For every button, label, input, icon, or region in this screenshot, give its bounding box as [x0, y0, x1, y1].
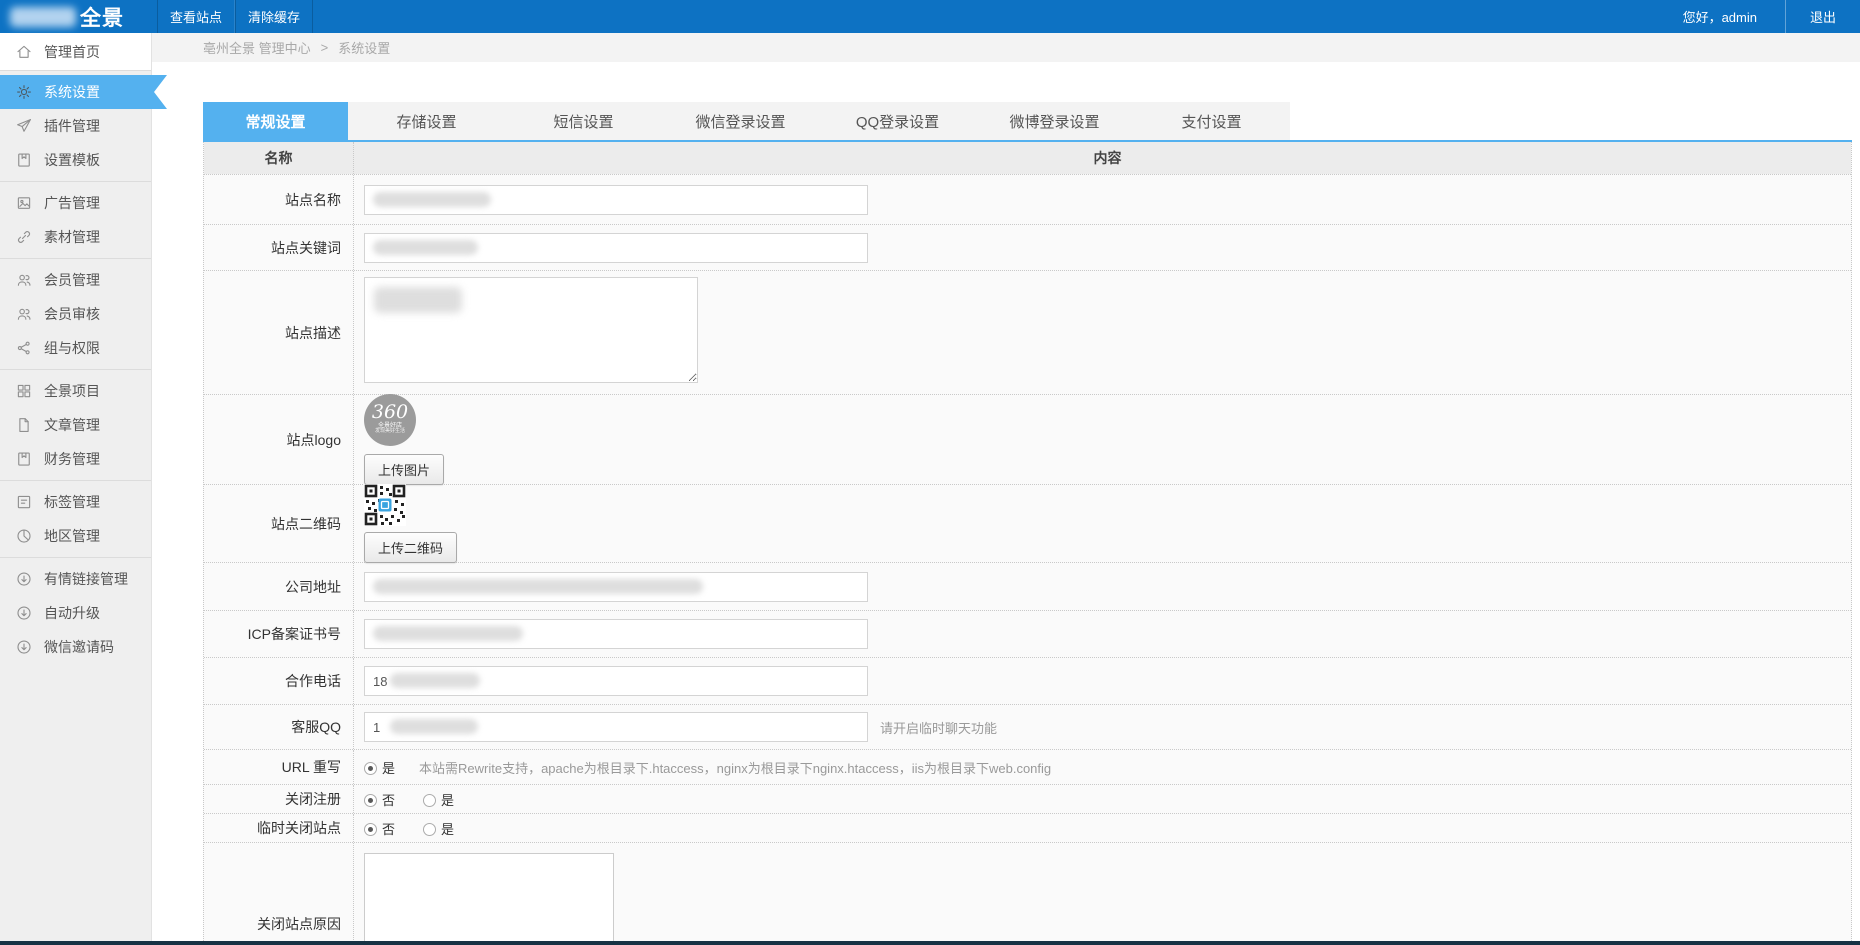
sidebar-item-materials[interactable]: 素材管理 — [0, 220, 151, 254]
app-logo: 全景 — [0, 0, 152, 33]
sidebar-item-wechat-invite[interactable]: 微信邀请码 — [0, 630, 151, 664]
logo-text: 全景 — [80, 6, 124, 30]
clear-cache-button[interactable]: 清除缓存 — [235, 0, 313, 33]
upload-qrcode-button[interactable]: 上传二维码 — [364, 532, 458, 563]
table-row-icp-number: ICP备案证书号 — [204, 610, 1851, 657]
sidebar-item-groups-permissions[interactable]: 组与权限 — [0, 331, 151, 365]
picture-icon — [15, 194, 33, 212]
table-row-service-qq: 客服QQ 请开启临时聊天功能 — [204, 704, 1851, 749]
sidebar-item-finance[interactable]: 财务管理 — [0, 442, 151, 476]
close-registration-yes-radio[interactable] — [423, 793, 437, 807]
sidebar-item-members[interactable]: 会员管理 — [0, 263, 151, 297]
site-keywords-input[interactable] — [364, 232, 868, 263]
circle-down-icon — [15, 604, 33, 622]
table-row-site-description: 站点描述 — [204, 270, 1851, 394]
tab-sms-settings[interactable]: 短信设置 — [505, 102, 662, 140]
table-row-close-registration: 关闭注册 否 是 — [204, 784, 1851, 813]
table-row-site-logo: 站点logo 360 全景好店 发现美好生活 上传图片 — [204, 394, 1851, 485]
site-description-textarea[interactable] — [364, 277, 698, 383]
file-icon — [15, 416, 33, 434]
paper-plane-icon — [15, 117, 33, 135]
service-qq-input[interactable] — [364, 712, 868, 742]
table-row-temp-close-site: 临时关闭站点 否 是 — [204, 813, 1851, 842]
sidebar-item-admin-home[interactable]: 管理首页 — [0, 33, 151, 70]
breadcrumb-current: 系统设置 — [338, 41, 391, 56]
sidebar-item-member-review[interactable]: 会员审核 — [0, 297, 151, 331]
table-row-site-keywords: 站点关键词 — [204, 224, 1851, 270]
view-site-button[interactable]: 查看站点 — [157, 0, 235, 33]
header-content: 内容 — [1093, 150, 1122, 166]
main-content: 亳州全景 管理中心 > 系统设置 常规设置 存储设置 短信设置 微信登录设置 Q… — [152, 33, 1860, 945]
breadcrumb: 亳州全景 管理中心 > 系统设置 — [152, 33, 1860, 62]
temp-close-no-radio[interactable] — [364, 822, 377, 836]
logout-button[interactable]: 退出 — [1784, 0, 1860, 33]
share-icon — [15, 339, 33, 357]
sidebar-item-articles[interactable]: 文章管理 — [0, 408, 151, 442]
tab-weibo-login-settings[interactable]: 微博登录设置 — [976, 102, 1133, 140]
sidebar-item-system-settings[interactable]: 系统设置 — [0, 75, 167, 109]
sidebar: 管理首页 系统设置 插件管理 设置模板 广告管理 素材管理 会员管理 会员审核 … — [0, 33, 152, 945]
sidebar-item-panorama-projects[interactable]: 全景项目 — [0, 374, 151, 408]
sidebar-item-plugins[interactable]: 插件管理 — [0, 109, 151, 143]
gear-icon — [15, 83, 33, 101]
temp-close-yes-radio[interactable] — [423, 822, 437, 836]
user-greeting: 您好，admin — [1682, 10, 1757, 25]
link-icon — [15, 228, 33, 246]
users-icon — [15, 305, 33, 323]
sidebar-item-auto-upgrade[interactable]: 自动升级 — [0, 596, 151, 630]
table-row-site-name: 站点名称 — [204, 174, 1851, 224]
users-icon — [15, 271, 33, 289]
icp-number-input[interactable] — [364, 619, 868, 649]
company-address-input[interactable] — [364, 571, 868, 602]
template-book-icon — [15, 151, 33, 169]
home-icon — [15, 43, 33, 61]
table-row-contact-phone: 合作电话 — [204, 657, 1851, 704]
sidebar-item-tags[interactable]: 标签管理 — [0, 485, 151, 519]
tab-qq-login-settings[interactable]: QQ登录设置 — [819, 102, 976, 140]
tab-wechat-login-settings[interactable]: 微信登录设置 — [662, 102, 819, 140]
site-name-input[interactable] — [364, 184, 868, 215]
tab-payment-settings[interactable]: 支付设置 — [1133, 102, 1290, 140]
url-rewrite-hint: 本站需Rewrite支持，apache为根目录下.htaccess，nginx为… — [419, 760, 1052, 776]
tab-general-settings[interactable]: 常规设置 — [203, 102, 348, 140]
contact-phone-input[interactable] — [364, 666, 868, 696]
close-site-reason-textarea[interactable] — [364, 853, 614, 945]
sidebar-item-friend-links[interactable]: 有情链接管理 — [0, 562, 151, 596]
tab-storage-settings[interactable]: 存储设置 — [348, 102, 505, 140]
topbar: 全景 查看站点 清除缓存 您好，admin 退出 — [0, 0, 1860, 33]
grid-icon — [15, 382, 33, 400]
service-qq-hint: 请开启临时聊天功能 — [880, 720, 998, 736]
sidebar-item-regions[interactable]: 地区管理 — [0, 519, 151, 553]
table-row-company-address: 公司地址 — [204, 562, 1851, 610]
logo-redacted-blur — [10, 6, 76, 27]
site-logo-preview: 360 全景好店 发现美好生活 — [364, 394, 416, 446]
list-icon — [15, 493, 33, 511]
circle-down-icon — [15, 638, 33, 656]
url-rewrite-yes-radio[interactable] — [364, 761, 377, 775]
table-row-url-rewrite: URL 重写 是 本站需Rewrite支持，apache为根目录下.htacce… — [204, 749, 1851, 784]
settings-table: 名称 内容 站点名称 站点关键词 站点描述 站点logo 360 全景好店 发现… — [203, 142, 1852, 945]
breadcrumb-root[interactable]: 亳州全景 管理中心 — [203, 38, 311, 57]
bottom-window-edge — [0, 941, 1860, 945]
book-icon — [15, 450, 33, 468]
sidebar-item-templates[interactable]: 设置模板 — [0, 143, 151, 177]
settings-tabs: 常规设置 存储设置 短信设置 微信登录设置 QQ登录设置 微博登录设置 支付设置 — [203, 102, 1852, 142]
close-registration-no-radio[interactable] — [364, 793, 377, 807]
table-header-row: 名称 内容 — [204, 142, 1851, 174]
pie-chart-icon — [15, 527, 33, 545]
table-row-site-qrcode: 站点二维码 上传二维码 — [204, 484, 1851, 563]
breadcrumb-separator: > — [320, 40, 329, 55]
circle-down-icon — [15, 570, 33, 588]
sidebar-item-ads[interactable]: 广告管理 — [0, 186, 151, 220]
table-row-close-site-reason: 关闭站点原因 — [204, 842, 1851, 945]
qr-code-image — [364, 484, 406, 526]
header-name: 名称 — [204, 142, 354, 174]
